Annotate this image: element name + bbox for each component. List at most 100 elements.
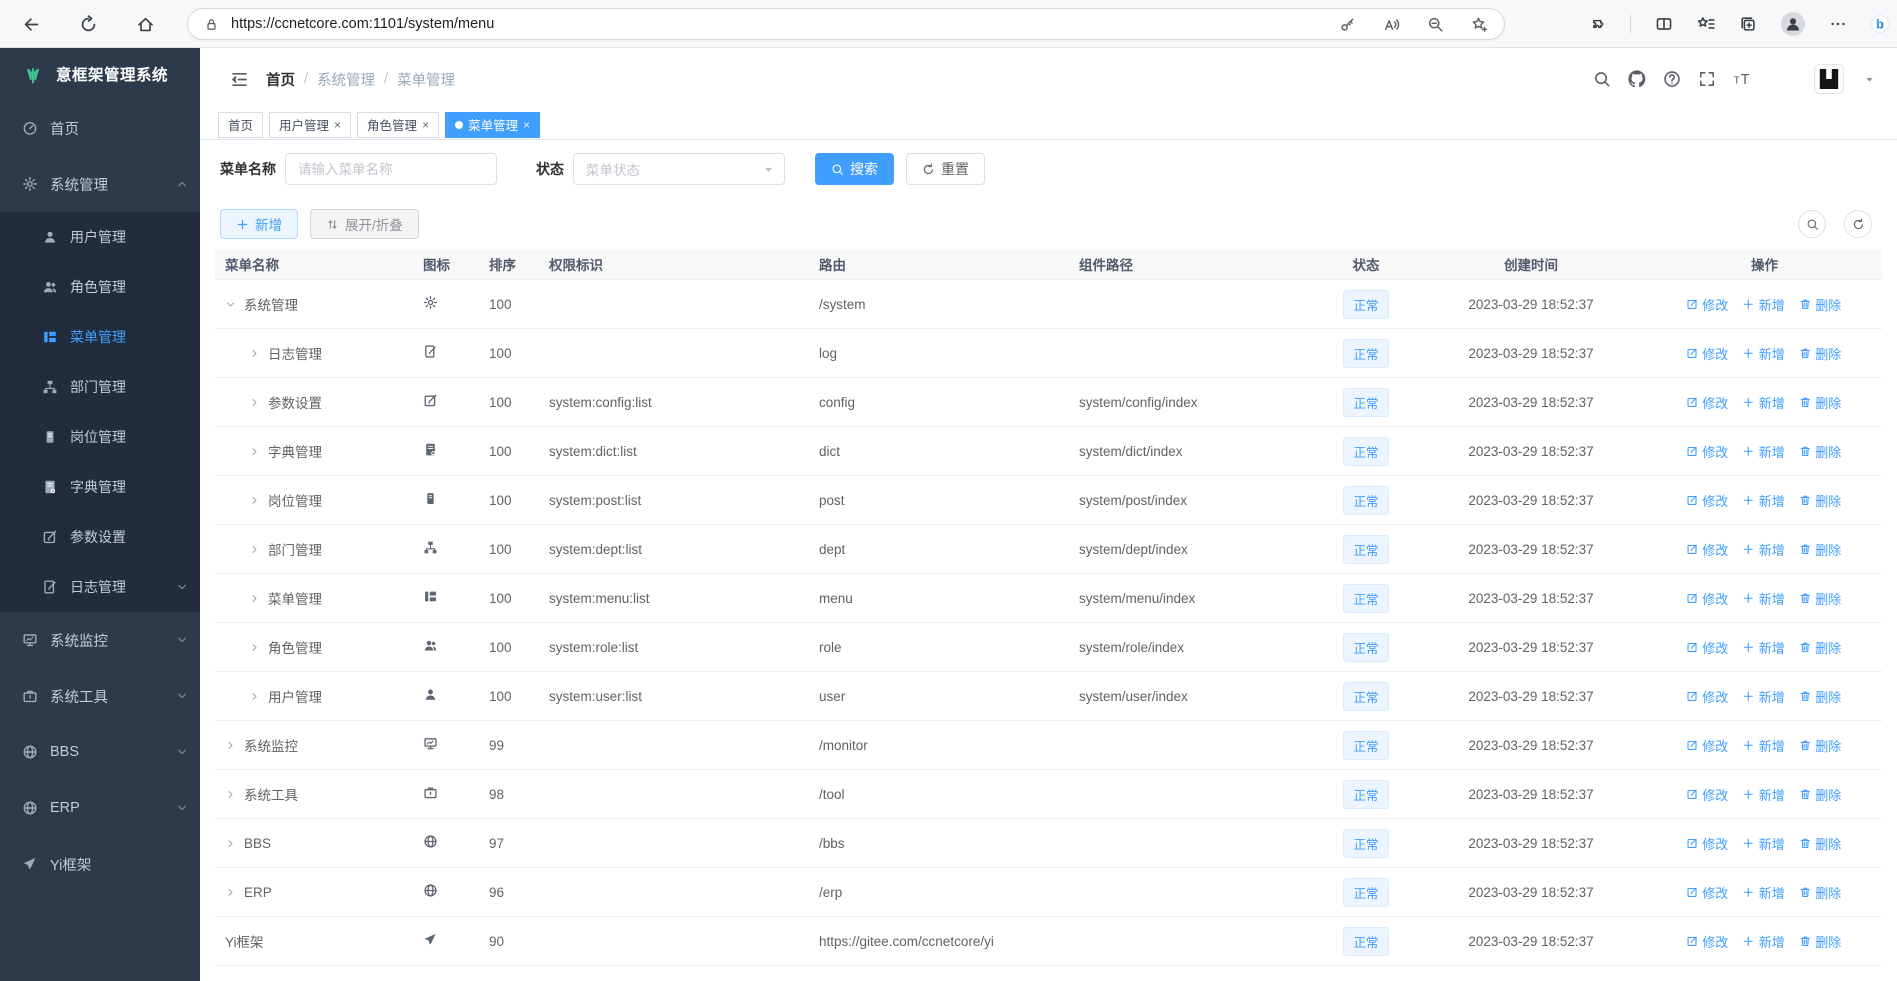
reset-button[interactable]: 重置 bbox=[906, 153, 985, 185]
add-action[interactable]: 新增 bbox=[1742, 344, 1785, 363]
edit-action[interactable]: 修改 bbox=[1686, 785, 1728, 804]
row-expand-icon[interactable] bbox=[249, 593, 260, 604]
more-icon[interactable] bbox=[1829, 15, 1847, 33]
fullscreen-icon[interactable] bbox=[1698, 70, 1716, 88]
expand-collapse-button[interactable]: 展开/折叠 bbox=[310, 209, 419, 239]
add-action[interactable]: 新增 bbox=[1742, 932, 1785, 951]
address-bar[interactable]: https://ccnetcore.com:1101/system/menu bbox=[187, 8, 1505, 40]
reload-icon[interactable] bbox=[79, 14, 98, 34]
sidebar-item-home[interactable]: 首页 bbox=[0, 100, 200, 156]
row-expand-icon[interactable] bbox=[225, 299, 236, 310]
tab-close-icon[interactable]: × bbox=[422, 118, 429, 132]
favorites-icon[interactable] bbox=[1697, 15, 1715, 33]
user-caret-icon[interactable] bbox=[1864, 74, 1875, 85]
collections-icon[interactable] bbox=[1739, 15, 1757, 33]
row-expand-icon[interactable] bbox=[225, 789, 236, 800]
sidebar-item-role-management[interactable]: 角色管理 bbox=[0, 262, 200, 312]
tab-角色管理[interactable]: 角色管理 × bbox=[357, 111, 440, 138]
row-expand-icon[interactable] bbox=[225, 740, 236, 751]
back-icon[interactable] bbox=[22, 15, 41, 34]
delete-action[interactable]: 删除 bbox=[1799, 883, 1841, 902]
edit-action[interactable]: 修改 bbox=[1686, 932, 1728, 951]
split-screen-icon[interactable] bbox=[1655, 15, 1673, 33]
sidebar-item-bbs[interactable]: BBS bbox=[0, 724, 200, 780]
add-button[interactable]: 新增 bbox=[220, 209, 298, 239]
tab-首页[interactable]: 首页 bbox=[218, 111, 264, 138]
row-expand-icon[interactable] bbox=[249, 544, 260, 555]
edit-action[interactable]: 修改 bbox=[1686, 442, 1728, 461]
search-mini-button[interactable] bbox=[1798, 210, 1826, 238]
edit-action[interactable]: 修改 bbox=[1686, 393, 1728, 412]
url-text[interactable]: https://ccnetcore.com:1101/system/menu bbox=[231, 16, 1327, 32]
delete-action[interactable]: 删除 bbox=[1799, 295, 1841, 314]
search-button[interactable]: 搜索 bbox=[815, 153, 894, 185]
sidebar-item-dept-management[interactable]: 部门管理 bbox=[0, 362, 200, 412]
edit-action[interactable]: 修改 bbox=[1686, 638, 1728, 657]
edit-action[interactable]: 修改 bbox=[1686, 540, 1728, 559]
sidebar-item-system-management[interactable]: 系统管理 bbox=[0, 156, 200, 212]
zoom-out-icon[interactable] bbox=[1427, 16, 1444, 33]
row-expand-icon[interactable] bbox=[249, 642, 260, 653]
edit-action[interactable]: 修改 bbox=[1686, 883, 1728, 902]
bing-icon[interactable]: b bbox=[1871, 15, 1889, 33]
sidebar-item-menu-management[interactable]: 菜单管理 bbox=[0, 312, 200, 362]
row-expand-icon[interactable] bbox=[249, 495, 260, 506]
add-action[interactable]: 新增 bbox=[1742, 491, 1785, 510]
tab-菜单管理[interactable]: 菜单管理 × bbox=[445, 111, 541, 138]
delete-action[interactable]: 删除 bbox=[1799, 589, 1841, 608]
add-action[interactable]: 新增 bbox=[1742, 540, 1785, 559]
sidebar-item-dict-management[interactable]: 字典管理 bbox=[0, 462, 200, 512]
add-action[interactable]: 新增 bbox=[1742, 589, 1785, 608]
add-action[interactable]: 新增 bbox=[1742, 295, 1785, 314]
delete-action[interactable]: 删除 bbox=[1799, 393, 1841, 412]
edit-action[interactable]: 修改 bbox=[1686, 295, 1728, 314]
question-icon[interactable] bbox=[1663, 70, 1681, 88]
edit-action[interactable]: 修改 bbox=[1686, 491, 1728, 510]
edit-action[interactable]: 修改 bbox=[1686, 589, 1728, 608]
sidebar-item-system-monitor[interactable]: 系统监控 bbox=[0, 612, 200, 668]
tab-close-icon[interactable]: × bbox=[334, 118, 341, 132]
profile-icon[interactable] bbox=[1781, 12, 1805, 36]
add-action[interactable]: 新增 bbox=[1742, 442, 1785, 461]
breadcrumb-item[interactable]: 系统管理 bbox=[317, 69, 375, 90]
sidebar-item-param-settings[interactable]: 参数设置 bbox=[0, 512, 200, 562]
search-icon[interactable] bbox=[1593, 70, 1611, 88]
tab-用户管理[interactable]: 用户管理 × bbox=[269, 111, 352, 138]
edit-action[interactable]: 修改 bbox=[1686, 736, 1728, 755]
sidebar-item-log-management[interactable]: 日志管理 bbox=[0, 562, 200, 612]
home-icon[interactable] bbox=[136, 15, 155, 34]
status-select[interactable]: 菜单状态 bbox=[573, 153, 785, 185]
breadcrumb-item[interactable]: 首页 bbox=[266, 69, 295, 90]
delete-action[interactable]: 删除 bbox=[1799, 442, 1841, 461]
tab-close-icon[interactable]: × bbox=[523, 118, 530, 132]
extensions-icon[interactable] bbox=[1588, 15, 1606, 33]
refresh-mini-button[interactable] bbox=[1844, 210, 1872, 238]
key-icon[interactable] bbox=[1339, 16, 1356, 33]
add-action[interactable]: 新增 bbox=[1742, 883, 1785, 902]
delete-action[interactable]: 删除 bbox=[1799, 491, 1841, 510]
sidebar-collapse-icon[interactable] bbox=[230, 70, 249, 89]
add-action[interactable]: 新增 bbox=[1742, 638, 1785, 657]
github-icon[interactable] bbox=[1628, 70, 1646, 88]
edit-action[interactable]: 修改 bbox=[1686, 687, 1728, 706]
row-expand-icon[interactable] bbox=[249, 446, 260, 457]
delete-action[interactable]: 删除 bbox=[1799, 687, 1841, 706]
delete-action[interactable]: 删除 bbox=[1799, 736, 1841, 755]
add-action[interactable]: 新增 bbox=[1742, 687, 1785, 706]
delete-action[interactable]: 删除 bbox=[1799, 785, 1841, 804]
sidebar-item-yi-framework[interactable]: Yi框架 bbox=[0, 836, 200, 892]
menu-name-input[interactable] bbox=[285, 153, 497, 185]
sidebar-item-post-management[interactable]: 岗位管理 bbox=[0, 412, 200, 462]
user-avatar[interactable] bbox=[1813, 63, 1845, 95]
delete-action[interactable]: 删除 bbox=[1799, 932, 1841, 951]
add-action[interactable]: 新增 bbox=[1742, 736, 1785, 755]
sidebar-item-erp[interactable]: ERP bbox=[0, 780, 200, 836]
row-expand-icon[interactable] bbox=[225, 887, 236, 898]
edit-action[interactable]: 修改 bbox=[1686, 834, 1728, 853]
add-action[interactable]: 新增 bbox=[1742, 834, 1785, 853]
delete-action[interactable]: 删除 bbox=[1799, 540, 1841, 559]
delete-action[interactable]: 删除 bbox=[1799, 834, 1841, 853]
row-expand-icon[interactable] bbox=[225, 838, 236, 849]
row-expand-icon[interactable] bbox=[249, 397, 260, 408]
delete-action[interactable]: 删除 bbox=[1799, 344, 1841, 363]
